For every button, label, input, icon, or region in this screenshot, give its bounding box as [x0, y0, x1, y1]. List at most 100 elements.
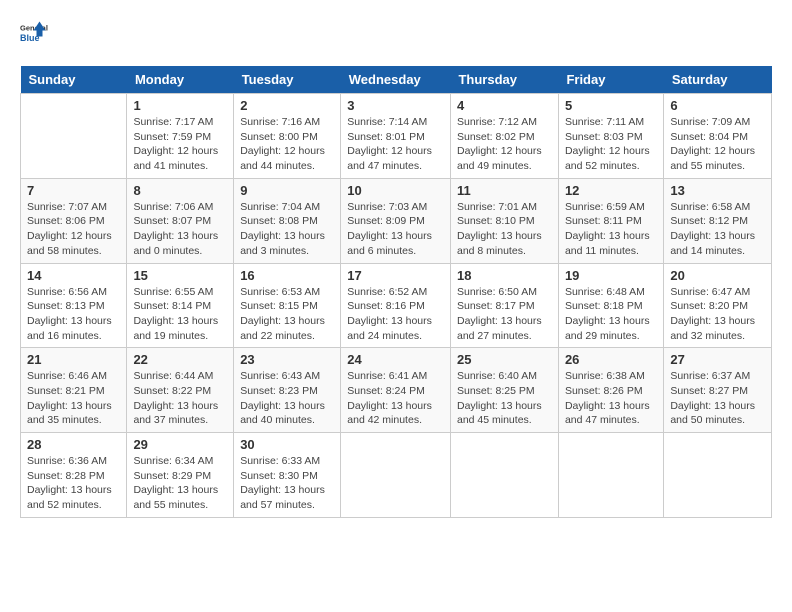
calendar-cell: 26 Sunrise: 6:38 AM Sunset: 8:26 PM Dayli… — [558, 348, 663, 433]
day-info: Sunrise: 6:58 AM Sunset: 8:12 PM Dayligh… — [670, 200, 765, 259]
weekday-header-tuesday: Tuesday — [234, 66, 341, 94]
day-info: Sunrise: 7:16 AM Sunset: 8:00 PM Dayligh… — [240, 115, 334, 174]
day-info: Sunrise: 6:34 AM Sunset: 8:29 PM Dayligh… — [133, 454, 227, 513]
day-info: Sunrise: 6:43 AM Sunset: 8:23 PM Dayligh… — [240, 369, 334, 428]
day-number: 20 — [670, 268, 765, 283]
day-number: 12 — [565, 183, 657, 198]
day-number: 26 — [565, 352, 657, 367]
logo: General Blue — [20, 20, 50, 50]
calendar-cell: 3 Sunrise: 7:14 AM Sunset: 8:01 PM Daylig… — [341, 94, 451, 179]
day-info: Sunrise: 6:53 AM Sunset: 8:15 PM Dayligh… — [240, 285, 334, 344]
page-header: General Blue — [20, 20, 772, 50]
calendar-cell: 25 Sunrise: 6:40 AM Sunset: 8:25 PM Dayli… — [450, 348, 558, 433]
day-number: 27 — [670, 352, 765, 367]
calendar-cell — [558, 433, 663, 518]
calendar-cell: 1Sunrise: 7:17 AM Sunset: 7:59 PM Daylig… — [127, 94, 234, 179]
calendar-cell: 28 Sunrise: 6:36 AM Sunset: 8:28 PM Dayli… — [21, 433, 127, 518]
weekday-header-saturday: Saturday — [664, 66, 772, 94]
day-number: 25 — [457, 352, 552, 367]
calendar-cell: 23 Sunrise: 6:43 AM Sunset: 8:23 PM Dayli… — [234, 348, 341, 433]
day-number: 14 — [27, 268, 120, 283]
day-info: Sunrise: 6:36 AM Sunset: 8:28 PM Dayligh… — [27, 454, 120, 513]
calendar-week-row: 21 Sunrise: 6:46 AM Sunset: 8:21 PM Dayli… — [21, 348, 772, 433]
calendar-cell: 4 Sunrise: 7:12 AM Sunset: 8:02 PM Daylig… — [450, 94, 558, 179]
day-info: Sunrise: 6:47 AM Sunset: 8:20 PM Dayligh… — [670, 285, 765, 344]
day-info: Sunrise: 7:12 AM Sunset: 8:02 PM Dayligh… — [457, 115, 552, 174]
calendar-cell: 14 Sunrise: 6:56 AM Sunset: 8:13 PM Dayli… — [21, 263, 127, 348]
day-number: 2 — [240, 98, 334, 113]
day-info: Sunrise: 7:17 AM Sunset: 7:59 PM Dayligh… — [133, 115, 227, 174]
day-info: Sunrise: 6:33 AM Sunset: 8:30 PM Dayligh… — [240, 454, 334, 513]
day-info: Sunrise: 6:44 AM Sunset: 8:22 PM Dayligh… — [133, 369, 227, 428]
calendar-cell: 30 Sunrise: 6:33 AM Sunset: 8:30 PM Dayli… — [234, 433, 341, 518]
day-info: Sunrise: 7:07 AM Sunset: 8:06 PM Dayligh… — [27, 200, 120, 259]
day-info: Sunrise: 7:14 AM Sunset: 8:01 PM Dayligh… — [347, 115, 444, 174]
weekday-header-sunday: Sunday — [21, 66, 127, 94]
day-info: Sunrise: 6:48 AM Sunset: 8:18 PM Dayligh… — [565, 285, 657, 344]
day-number: 17 — [347, 268, 444, 283]
calendar-cell: 10 Sunrise: 7:03 AM Sunset: 8:09 PM Dayli… — [341, 178, 451, 263]
day-info: Sunrise: 6:41 AM Sunset: 8:24 PM Dayligh… — [347, 369, 444, 428]
day-number: 9 — [240, 183, 334, 198]
day-info: Sunrise: 6:38 AM Sunset: 8:26 PM Dayligh… — [565, 369, 657, 428]
day-number: 5 — [565, 98, 657, 113]
calendar-cell — [664, 433, 772, 518]
day-number: 24 — [347, 352, 444, 367]
day-number: 18 — [457, 268, 552, 283]
day-info: Sunrise: 6:52 AM Sunset: 8:16 PM Dayligh… — [347, 285, 444, 344]
weekday-header-monday: Monday — [127, 66, 234, 94]
day-number: 29 — [133, 437, 227, 452]
calendar-cell: 24 Sunrise: 6:41 AM Sunset: 8:24 PM Dayli… — [341, 348, 451, 433]
calendar-cell: 5 Sunrise: 7:11 AM Sunset: 8:03 PM Daylig… — [558, 94, 663, 179]
calendar-cell — [450, 433, 558, 518]
calendar-week-row: 1Sunrise: 7:17 AM Sunset: 7:59 PM Daylig… — [21, 94, 772, 179]
day-number: 13 — [670, 183, 765, 198]
day-number: 10 — [347, 183, 444, 198]
weekday-header-thursday: Thursday — [450, 66, 558, 94]
day-number: 19 — [565, 268, 657, 283]
day-number: 30 — [240, 437, 334, 452]
calendar-cell: 16 Sunrise: 6:53 AM Sunset: 8:15 PM Dayli… — [234, 263, 341, 348]
calendar-cell: 17 Sunrise: 6:52 AM Sunset: 8:16 PM Dayli… — [341, 263, 451, 348]
day-info: Sunrise: 7:09 AM Sunset: 8:04 PM Dayligh… — [670, 115, 765, 174]
calendar-cell: 22Sunrise: 6:44 AM Sunset: 8:22 PM Dayli… — [127, 348, 234, 433]
calendar-cell: 13 Sunrise: 6:58 AM Sunset: 8:12 PM Dayli… — [664, 178, 772, 263]
weekday-header-wednesday: Wednesday — [341, 66, 451, 94]
day-info: Sunrise: 6:50 AM Sunset: 8:17 PM Dayligh… — [457, 285, 552, 344]
logo-icon: General Blue — [20, 20, 50, 50]
calendar-cell: 6 Sunrise: 7:09 AM Sunset: 8:04 PM Daylig… — [664, 94, 772, 179]
day-number: 21 — [27, 352, 120, 367]
day-number: 15 — [133, 268, 227, 283]
day-number: 6 — [670, 98, 765, 113]
day-info: Sunrise: 6:37 AM Sunset: 8:27 PM Dayligh… — [670, 369, 765, 428]
calendar-cell: 8Sunrise: 7:06 AM Sunset: 8:07 PM Daylig… — [127, 178, 234, 263]
calendar-cell — [341, 433, 451, 518]
calendar-week-row: 14 Sunrise: 6:56 AM Sunset: 8:13 PM Dayli… — [21, 263, 772, 348]
calendar-cell: 27 Sunrise: 6:37 AM Sunset: 8:27 PM Dayli… — [664, 348, 772, 433]
calendar-cell — [21, 94, 127, 179]
day-info: Sunrise: 7:01 AM Sunset: 8:10 PM Dayligh… — [457, 200, 552, 259]
day-info: Sunrise: 7:11 AM Sunset: 8:03 PM Dayligh… — [565, 115, 657, 174]
weekday-header-row: SundayMondayTuesdayWednesdayThursdayFrid… — [21, 66, 772, 94]
calendar-cell: 15 Sunrise: 6:55 AM Sunset: 8:14 PM Dayli… — [127, 263, 234, 348]
day-info: Sunrise: 7:03 AM Sunset: 8:09 PM Dayligh… — [347, 200, 444, 259]
day-number: 23 — [240, 352, 334, 367]
day-info: Sunrise: 6:40 AM Sunset: 8:25 PM Dayligh… — [457, 369, 552, 428]
calendar-cell: 7 Sunrise: 7:07 AM Sunset: 8:06 PM Daylig… — [21, 178, 127, 263]
day-info: Sunrise: 6:46 AM Sunset: 8:21 PM Dayligh… — [27, 369, 120, 428]
day-number: 16 — [240, 268, 334, 283]
calendar-cell: 12Sunrise: 6:59 AM Sunset: 8:11 PM Dayli… — [558, 178, 663, 263]
day-number: 8 — [133, 183, 227, 198]
calendar-table: SundayMondayTuesdayWednesdayThursdayFrid… — [20, 66, 772, 518]
calendar-cell: 18 Sunrise: 6:50 AM Sunset: 8:17 PM Dayli… — [450, 263, 558, 348]
day-number: 3 — [347, 98, 444, 113]
calendar-week-row: 28 Sunrise: 6:36 AM Sunset: 8:28 PM Dayli… — [21, 433, 772, 518]
day-number: 28 — [27, 437, 120, 452]
day-number: 7 — [27, 183, 120, 198]
day-info: Sunrise: 6:56 AM Sunset: 8:13 PM Dayligh… — [27, 285, 120, 344]
calendar-cell: 29 Sunrise: 6:34 AM Sunset: 8:29 PM Dayli… — [127, 433, 234, 518]
day-number: 4 — [457, 98, 552, 113]
day-info: Sunrise: 6:55 AM Sunset: 8:14 PM Dayligh… — [133, 285, 227, 344]
calendar-cell: 19 Sunrise: 6:48 AM Sunset: 8:18 PM Dayli… — [558, 263, 663, 348]
calendar-cell: 21 Sunrise: 6:46 AM Sunset: 8:21 PM Dayli… — [21, 348, 127, 433]
